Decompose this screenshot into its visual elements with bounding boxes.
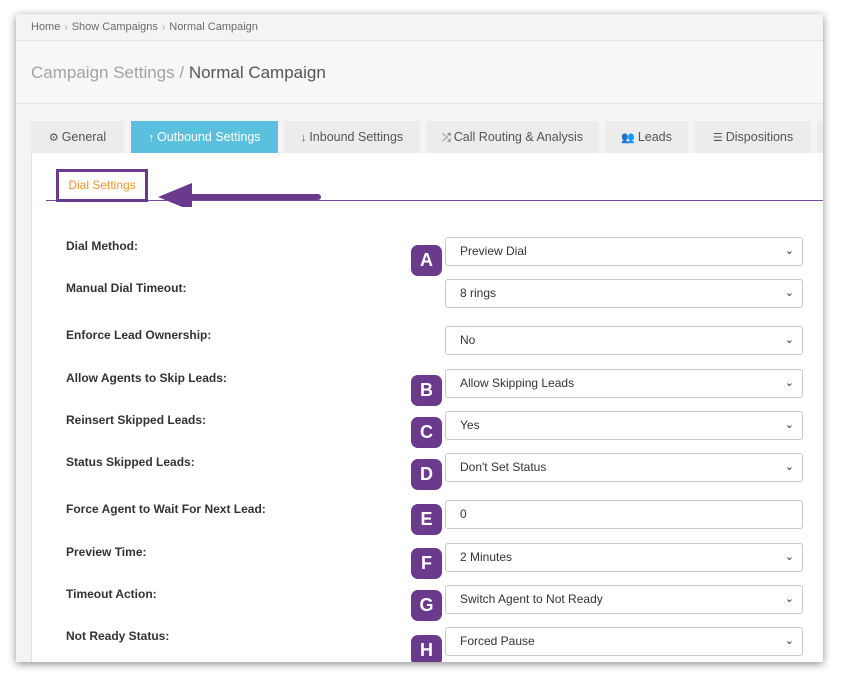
chevron-down-icon: ⌄ xyxy=(784,551,794,563)
label-enforce-lead-ownership: Enforce Lead Ownership: xyxy=(66,328,212,342)
outbound-settings-panel: Dial Settings Dial Method: A Preview Dia… xyxy=(31,153,823,662)
chevron-down-icon: ⌄ xyxy=(784,461,794,473)
callout-badge: D xyxy=(411,459,442,490)
label-dial-method: Dial Method: xyxy=(66,239,138,253)
label-preview-time: Preview Time: xyxy=(66,545,147,559)
tab-more[interactable] xyxy=(817,121,823,153)
label-timeout-action: Timeout Action: xyxy=(66,587,157,601)
manual-dial-timeout-select[interactable]: 8 rings ⌄ xyxy=(445,279,803,308)
dial-method-select[interactable]: Preview Dial ⌄ xyxy=(445,237,803,266)
chevron-right-icon: › xyxy=(64,22,68,33)
callout-badge: C xyxy=(411,417,442,448)
arrow-down-icon: ↓ xyxy=(300,132,307,144)
label-status-skipped-leads: Status Skipped Leads: xyxy=(66,455,195,469)
callout-badge: F xyxy=(411,548,442,579)
timeout-action-select[interactable]: Switch Agent to Not Ready ⌄ xyxy=(445,585,803,614)
breadcrumb-show-campaigns[interactable]: Show Campaigns xyxy=(72,21,158,33)
app-window: Home › Show Campaigns › Normal Campaign Camp… xyxy=(16,14,823,662)
label-reinsert-skipped-leads: Reinsert Skipped Leads: xyxy=(66,413,207,427)
chevron-down-icon: ⌄ xyxy=(784,377,794,389)
tab-general[interactable]: ⚙ General xyxy=(31,121,124,153)
reinsert-skipped-leads-select[interactable]: Yes ⌄ xyxy=(445,411,803,440)
callout-badge: A xyxy=(411,245,442,276)
allow-skip-leads-select[interactable]: Allow Skipping Leads ⌄ xyxy=(445,369,803,398)
chevron-right-icon: › xyxy=(161,22,166,33)
shuffle-icon: ⤮ xyxy=(441,132,451,144)
callout-arrow-icon xyxy=(158,183,321,207)
status-skipped-leads-select[interactable]: Don't Set Status ⌄ xyxy=(445,453,803,482)
subtab-dial-settings[interactable]: Dial Settings xyxy=(56,169,148,202)
tab-call-routing[interactable]: ⤮ Call Routing & Analysis xyxy=(426,121,599,153)
chevron-down-icon: ⌄ xyxy=(784,334,794,346)
list-icon: ☰ xyxy=(712,132,723,144)
chevron-down-icon: ⌄ xyxy=(784,593,794,605)
chevron-down-icon: ⌄ xyxy=(784,419,794,431)
chevron-down-icon: ⌄ xyxy=(784,287,794,299)
arrow-up-icon: ↑ xyxy=(148,132,154,144)
tab-inbound-settings[interactable]: ↓ Inbound Settings xyxy=(284,121,420,153)
breadcrumb: Home › Show Campaigns › Normal Campaign xyxy=(16,14,823,41)
tab-leads[interactable]: 👥 Leads xyxy=(605,121,688,153)
chevron-down-icon: ⌄ xyxy=(784,245,794,257)
users-icon: 👥 xyxy=(621,132,635,144)
preview-time-select[interactable]: 2 Minutes ⌄ xyxy=(445,543,803,572)
chevron-down-icon: ⌄ xyxy=(784,635,794,647)
breadcrumb-home[interactable]: Home xyxy=(31,21,60,33)
tab-dispositions[interactable]: ☰ Dispositions xyxy=(695,121,811,153)
tab-outbound-settings[interactable]: ↑ Outbound Settings xyxy=(131,121,278,153)
callout-badge: G xyxy=(411,590,442,621)
page-title: Campaign Settings / Normal Campaign xyxy=(31,63,326,82)
label-not-ready-status: Not Ready Status: xyxy=(66,629,170,643)
not-ready-status-select[interactable]: Forced Pause ⌄ xyxy=(445,627,803,656)
label-manual-dial-timeout: Manual Dial Timeout: xyxy=(66,281,187,295)
callout-badge: E xyxy=(411,504,442,535)
label-allow-skip-leads: Allow Agents to Skip Leads: xyxy=(66,371,227,385)
enforce-lead-ownership-select[interactable]: No ⌄ xyxy=(445,326,803,355)
label-force-agent-wait: Force Agent to Wait For Next Lead: xyxy=(66,502,266,516)
callout-badge: B xyxy=(411,375,442,406)
force-agent-wait-input[interactable]: 0 xyxy=(445,500,803,529)
callout-badge: H xyxy=(411,635,442,662)
gears-icon: ⚙ xyxy=(48,132,59,144)
page-header: Campaign Settings / Normal Campaign xyxy=(16,41,823,104)
breadcrumb-current: Normal Campaign xyxy=(169,21,258,33)
